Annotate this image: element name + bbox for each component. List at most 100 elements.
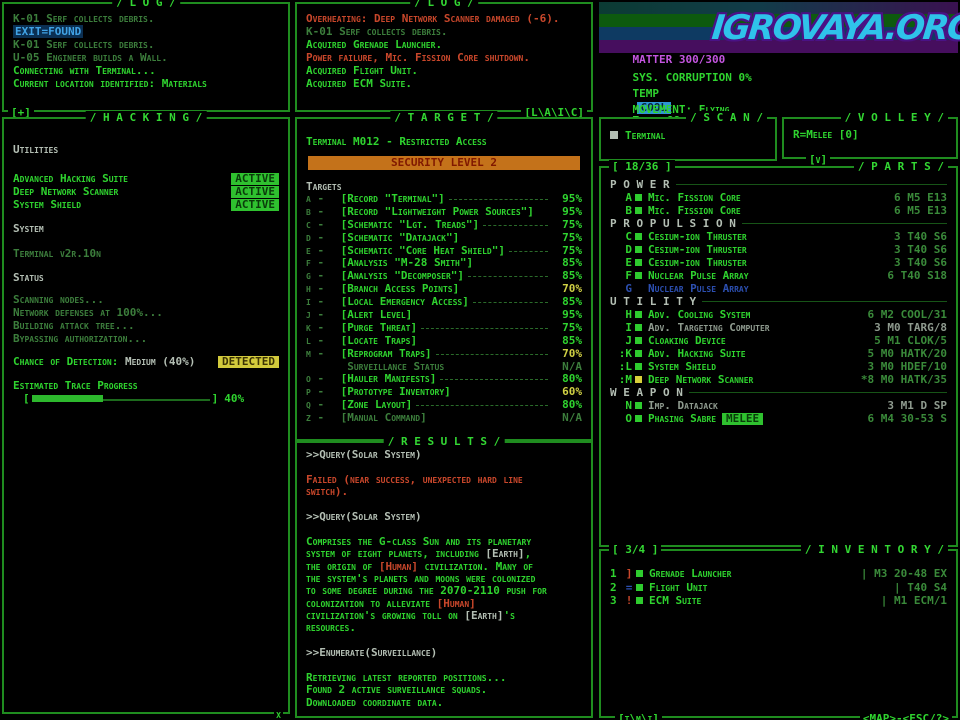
utility-active-badge: ACTIVE	[231, 185, 279, 198]
part-row[interactable]: A Mic. Fission Core 6 M5 E13	[610, 191, 947, 204]
part-state-icon	[635, 272, 642, 279]
target-row[interactable]: d - [Schematic "Datajack"] 75%	[306, 230, 582, 245]
part-name: Nuclear Pulse Array	[648, 282, 749, 295]
target-key: z -	[306, 411, 325, 425]
part-row[interactable]: D Cesium-ion Thruster 3 T40 S6	[610, 243, 947, 256]
target-row[interactable]: c - [Schematic "Lgt. Treads"] 75%	[306, 217, 582, 232]
utility-active-badge: ACTIVE	[231, 172, 279, 185]
item-state-icon	[636, 583, 643, 591]
log-highlight: EXIT=FOUND	[13, 25, 84, 38]
inventory-sort-tabs[interactable]: [t\m\i]	[615, 712, 662, 720]
inventory-slot-number: 1	[610, 567, 617, 580]
log-line: Power failure, Mic. Fission Core shutdow…	[306, 51, 530, 64]
target-row[interactable]: z - [Manual Command] N/A	[306, 411, 582, 425]
target-body: Terminal M012 - Restricted Access SECURI…	[297, 119, 591, 439]
log-line: K-01 Serf collects debris.	[13, 12, 155, 25]
part-slot-key: D	[625, 243, 632, 256]
part-row[interactable]: :L System Shield 3 M0 HDEF/10	[610, 360, 947, 373]
part-stats: 3 T40 S6	[894, 230, 947, 243]
watermark: IGROVAYA.ORG	[709, 8, 960, 48]
target-row[interactable]: m - [Reprogram Traps] 70%	[306, 346, 582, 361]
part-stats: *8 M0 HATK/35	[860, 373, 947, 386]
part-row[interactable]: H Adv. Cooling System 6 M2 COOL/31	[610, 308, 947, 321]
log-line: U-05 Engineer builds a Wall.	[13, 51, 168, 64]
close-hacking-button[interactable]: x	[274, 708, 283, 720]
results-body[interactable]: >>Query(Solar System) Failed (near succe…	[297, 443, 591, 716]
log-line: Current location identified: Materials	[13, 77, 207, 90]
target-row[interactable]: k - [Purge Threat] 75%	[306, 320, 582, 335]
part-stats: 3 M1 D SP	[887, 399, 947, 412]
part-row[interactable]: C Cesium-ion Thruster 3 T40 S6	[610, 230, 947, 243]
detection-value: Medium (40%)	[124, 355, 196, 368]
part-slot-key: H	[625, 308, 632, 321]
target-chance: N/A	[562, 411, 582, 425]
temp-line: TEMP COOL Heat 8 (-41.0 -2.2)	[599, 73, 958, 128]
part-state-icon	[635, 337, 642, 344]
target-name: [Schematic "Datajack"]	[334, 230, 460, 244]
cogmind-screen: / L O G / K-01 Serf collects debris. EXIT…	[0, 0, 960, 720]
volley-body: R=Melee [0]	[784, 119, 956, 157]
system-heading: System	[13, 222, 44, 235]
utility-name: System Shield	[13, 198, 82, 211]
target-row[interactable]: b - [Record "Lightweight Power Sources"]…	[306, 204, 582, 219]
part-row[interactable]: G Nuclear Pulse Array	[610, 282, 947, 295]
part-stats: 3 T40 S6	[894, 256, 947, 269]
result-line: >>Query(Solar System)	[306, 509, 422, 523]
detected-badge: DETECTED	[218, 355, 279, 368]
part-slot-key: O	[625, 412, 632, 425]
scan-panel: / S C A N / Terminal	[599, 111, 777, 161]
target-key: k -	[306, 320, 325, 334]
security-level-bar: SECURITY LEVEL 2	[308, 156, 580, 170]
inventory-row[interactable]: 3! ECM Suite | M1 ECM/1	[610, 594, 947, 608]
trace-progress-label: Estimated Trace Progress	[13, 379, 138, 392]
part-stats: 3 M0 HDEF/10	[867, 360, 947, 373]
hacking-utility-row: Deep Network Scanner ACTIVE	[13, 185, 279, 198]
part-row[interactable]: J Cloaking Device 5 M1 CLOK/5	[610, 334, 947, 347]
target-row[interactable]: l - [Locate Traps] 85%	[306, 334, 582, 348]
part-name: Imp. Datajack	[648, 399, 718, 412]
inventory-row[interactable]: 1] Grenade Launcher | M3 20-48 EX	[610, 567, 947, 581]
log-line: Acquired Flight Unit.	[306, 64, 418, 77]
log-mid-body: Overheating: Deep Network Scanner damage…	[297, 4, 591, 110]
parts-panel: [ 18/36 ] / P A R T S / P O W E R A Mic. F…	[599, 160, 958, 554]
part-row[interactable]: E Cesium-ion Thruster 3 T40 S6	[610, 256, 947, 269]
volley-toggle-tab[interactable]: [v]	[806, 153, 831, 166]
status-heading: Status	[13, 271, 44, 284]
part-row[interactable]: :M Deep Network Scanner *8 M0 HATK/35	[610, 373, 947, 386]
item-name: Flight Unit	[649, 580, 708, 594]
part-name: Phasing Sabre	[648, 412, 717, 425]
part-row[interactable]: N Imp. Datajack 3 M1 D SP	[610, 399, 947, 412]
part-row[interactable]: O Phasing Sabre MELEE 6 M4 30-53 S	[610, 412, 947, 425]
scan-target-icon	[610, 131, 618, 139]
log-line: EXIT=FOUND	[13, 25, 279, 38]
target-name: [Schematic "Lgt. Treads"]	[334, 217, 480, 231]
part-row[interactable]: B Mic. Fission Core 6 M5 E13	[610, 204, 947, 217]
scan-body: Terminal	[601, 119, 775, 159]
part-slot-key: E	[625, 256, 632, 269]
target-name: [Reprogram Traps]	[334, 346, 432, 360]
part-name: Nuclear Pulse Array	[648, 269, 749, 282]
target-chance: 95%	[562, 204, 582, 218]
part-row[interactable]: F Nuclear Pulse Array 6 T40 S18	[610, 269, 947, 282]
part-stats: 3 T40 S6	[894, 243, 947, 256]
target-chance: 70%	[562, 346, 582, 360]
part-state-icon	[635, 376, 642, 383]
part-slot-key: F	[625, 269, 632, 282]
target-row[interactable]: j - [Alert Level] 95%	[306, 308, 582, 322]
target-chance: 75%	[562, 217, 582, 231]
item-stats: | M3 20-48 EX	[860, 567, 947, 580]
log-left-body: K-01 Serf collects debris. EXIT=FOUND K-01…	[4, 4, 288, 110]
part-row[interactable]: :K Adv. Hacking Suite 5 M0 HATK/20	[610, 347, 947, 360]
inventory-row[interactable]: 2 = Flight Unit | T40 S4	[610, 581, 947, 595]
utility-name: Deep Network Scanner	[13, 185, 119, 198]
part-name: Cloaking Device	[648, 334, 726, 347]
map-esc-buttons[interactable]: <MAP>-<ESC/?>	[859, 712, 952, 720]
target-row[interactable]: a - [Record "Terminal"] 95%	[306, 192, 582, 206]
part-stats: 6 T40 S18	[887, 269, 947, 282]
hacking-utility-row: Advanced Hacking Suite ACTIVE	[13, 172, 279, 185]
part-row[interactable]: I Adv. Targeting Computer 3 M0 TARG/8	[610, 321, 947, 334]
part-name: Deep Network Scanner	[648, 373, 754, 386]
scan-item: Terminal	[625, 129, 666, 142]
utility-name: Advanced Hacking Suite	[13, 172, 128, 185]
part-name: Mic. Fission Core	[648, 191, 741, 204]
